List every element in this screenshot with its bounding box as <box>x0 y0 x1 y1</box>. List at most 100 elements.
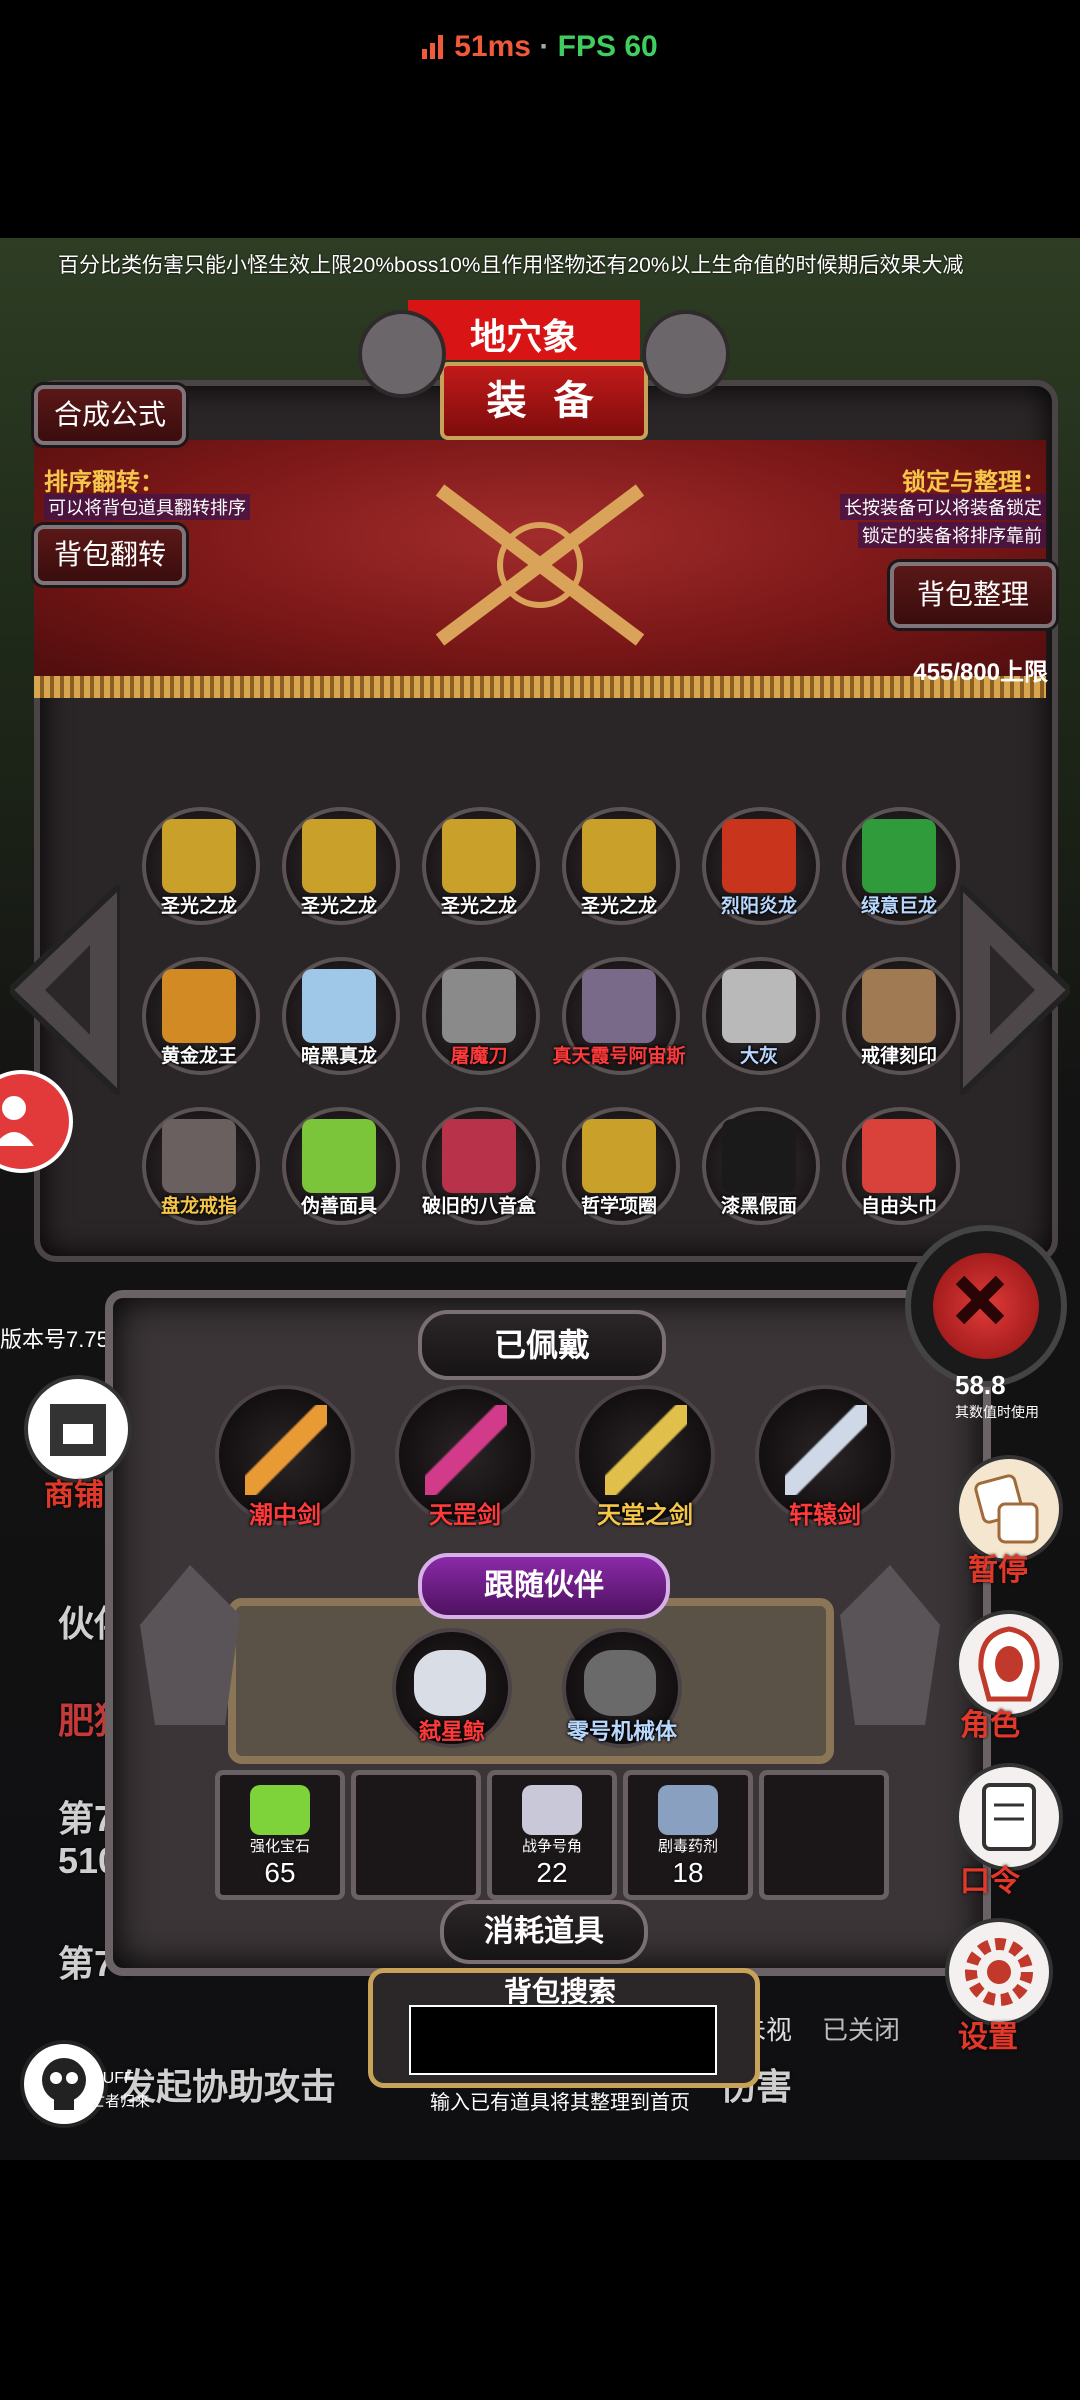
inventory-item[interactable]: 圣光之龙 <box>140 805 260 925</box>
command-button[interactable] <box>955 1763 1063 1871</box>
close-icon <box>955 1275 1005 1325</box>
next-page-arrow-icon[interactable] <box>960 885 1070 1095</box>
item-art-icon <box>722 819 796 893</box>
flip-inventory-button[interactable]: 背包翻转 <box>34 525 186 585</box>
consumable-slot[interactable] <box>351 1770 481 1900</box>
fps-value: FPS 60 <box>557 30 658 63</box>
inventory-item[interactable]: 真天霞号阿宙斯 <box>552 955 686 1075</box>
item-art-icon <box>162 969 236 1043</box>
buff-sub: 亡者归来 <box>90 2093 151 2110</box>
item-name: 暗黑真龙 <box>300 1046 377 1067</box>
previous-page-arrow-icon[interactable] <box>10 885 120 1095</box>
companion-item[interactable]: 弑星鲸 <box>392 1628 512 1748</box>
inventory-item[interactable]: 破旧的八音盒 <box>420 1105 540 1225</box>
inventory-item[interactable]: 圣光之龙 <box>280 805 400 925</box>
inventory-item[interactable]: 哲学项圈 <box>560 1105 680 1225</box>
crossed-swords-emblem <box>435 484 645 646</box>
right-stat-sub: 其数值时使用 <box>955 1404 1039 1420</box>
search-input[interactable] <box>409 2005 717 2075</box>
inventory-item[interactable]: 圣光之龙 <box>560 805 680 925</box>
inventory-item[interactable]: 自由头巾 <box>840 1105 960 1225</box>
equipped-item[interactable]: 潮中剑 <box>215 1385 355 1529</box>
equipped-items-row: 潮中剑 天罡剑 天堂之剑 轩辕剑 <box>215 1385 905 1555</box>
role-label: 角色 <box>960 1709 1020 1742</box>
sword-icon <box>245 1405 327 1495</box>
inventory-item[interactable]: 烈阳炎龙 <box>700 805 820 925</box>
synthesis-formula-button[interactable]: 合成公式 <box>34 385 186 445</box>
signal-icon <box>422 35 444 59</box>
skull-ornament-left <box>358 310 446 398</box>
item-art-icon <box>582 1119 656 1193</box>
inventory-item[interactable]: 伪善面具 <box>280 1105 400 1225</box>
inventory-item[interactable]: 大灰 <box>700 955 820 1075</box>
performance-readout: 51ms · FPS 60 <box>0 30 1080 64</box>
page-title: 装 备 <box>440 362 648 440</box>
consumable-slot[interactable]: 剧毒药剂 18 <box>623 1770 753 1900</box>
item-art-icon <box>582 969 656 1043</box>
user-icon <box>0 1096 34 1146</box>
item-name: 圣光之龙 <box>440 896 517 917</box>
item-art-icon <box>162 819 236 893</box>
inventory-item[interactable]: 绿意巨龙 <box>840 805 960 925</box>
consumable-art-icon <box>522 1785 582 1835</box>
item-art-icon <box>442 819 516 893</box>
organize-inventory-button[interactable]: 背包整理 <box>890 562 1056 628</box>
search-title: 背包搜索 <box>503 1976 616 2007</box>
equipped-item[interactable]: 轩辕剑 <box>755 1385 895 1529</box>
item-name: 漆黑假面 <box>720 1196 797 1217</box>
shop-label: 商铺 <box>44 1479 104 1512</box>
search-hint: 输入已有道具将其整理到首页 <box>430 2092 690 2114</box>
item-art-icon <box>302 969 376 1043</box>
item-name: 圣光之龙 <box>160 896 237 917</box>
damage-notice: 百分比类伤害只能小怪生效上限20%boss10%且作用怪物还有20%以上生命值的… <box>58 254 964 277</box>
consumable-slot[interactable] <box>759 1770 889 1900</box>
item-art-icon <box>302 819 376 893</box>
settings-label: 设置 <box>958 2021 1018 2054</box>
inventory-item[interactable]: 漆黑假面 <box>700 1105 820 1225</box>
consumable-slot[interactable]: 战争号角 22 <box>487 1770 617 1900</box>
hooded-figure-icon <box>978 1626 1040 1702</box>
sword-icon <box>425 1405 507 1495</box>
lock-hint-text-1: 长按装备可以将装备锁定 <box>840 494 1046 520</box>
latency-value: 51ms <box>454 30 531 63</box>
inventory-item[interactable]: 圣光之龙 <box>420 805 540 925</box>
sort-hint-text: 可以将背包道具翻转排序 <box>44 494 250 520</box>
item-art-icon <box>582 819 656 893</box>
sword-icon <box>605 1405 687 1495</box>
item-art-icon <box>302 1119 376 1193</box>
item-name: 烈阳炎龙 <box>720 896 797 917</box>
dragon-statue-left <box>140 1565 240 1725</box>
close-button[interactable] <box>905 1225 1067 1387</box>
dice-icon <box>974 1474 1039 1544</box>
consumable-slot[interactable]: 强化宝石 65 <box>215 1770 345 1900</box>
consumable-name: 剧毒药剂 <box>657 1838 718 1855</box>
banner-fringe <box>34 676 1046 698</box>
item-name: 大灰 <box>739 1046 778 1067</box>
background-text: 发起协助攻击 <box>120 2066 337 2107</box>
equipped-item-name: 潮中剑 <box>249 1502 321 1529</box>
inventory-item[interactable]: 暗黑真龙 <box>280 955 400 1075</box>
equipped-title: 已佩戴 <box>418 1310 666 1380</box>
consumable-name: 强化宝石 <box>249 1838 310 1855</box>
companion-name: 弑星鲸 <box>418 1719 485 1744</box>
companion-item[interactable]: 零号机械体 <box>562 1628 682 1748</box>
item-name: 圣光之龙 <box>300 896 377 917</box>
inventory-item[interactable]: 盘龙戒指 <box>140 1105 260 1225</box>
consumables-title: 消耗道具 <box>440 1900 648 1964</box>
item-name: 伪善面具 <box>300 1196 377 1217</box>
inventory-item[interactable]: 黄金龙王 <box>140 955 260 1075</box>
item-name: 自由头巾 <box>860 1196 937 1217</box>
equipped-item[interactable]: 天罡剑 <box>395 1385 535 1529</box>
consumable-count: 22 <box>536 1857 568 1888</box>
shop-button[interactable] <box>24 1375 132 1483</box>
item-name: 圣光之龙 <box>580 896 657 917</box>
consumable-count: 18 <box>672 1857 704 1888</box>
equipped-item-name: 轩辕剑 <box>789 1502 861 1529</box>
settings-button[interactable] <box>945 1918 1053 2026</box>
version-label: 版本号7.75 <box>0 1327 109 1352</box>
equipped-item[interactable]: 天堂之剑 <box>575 1385 715 1529</box>
consumable-count: 65 <box>264 1857 296 1888</box>
inventory-item[interactable]: 屠魔刀 <box>420 955 540 1075</box>
sort-hint-title: 排序翻转： <box>44 469 164 496</box>
inventory-item[interactable]: 戒律刻印 <box>840 955 960 1075</box>
